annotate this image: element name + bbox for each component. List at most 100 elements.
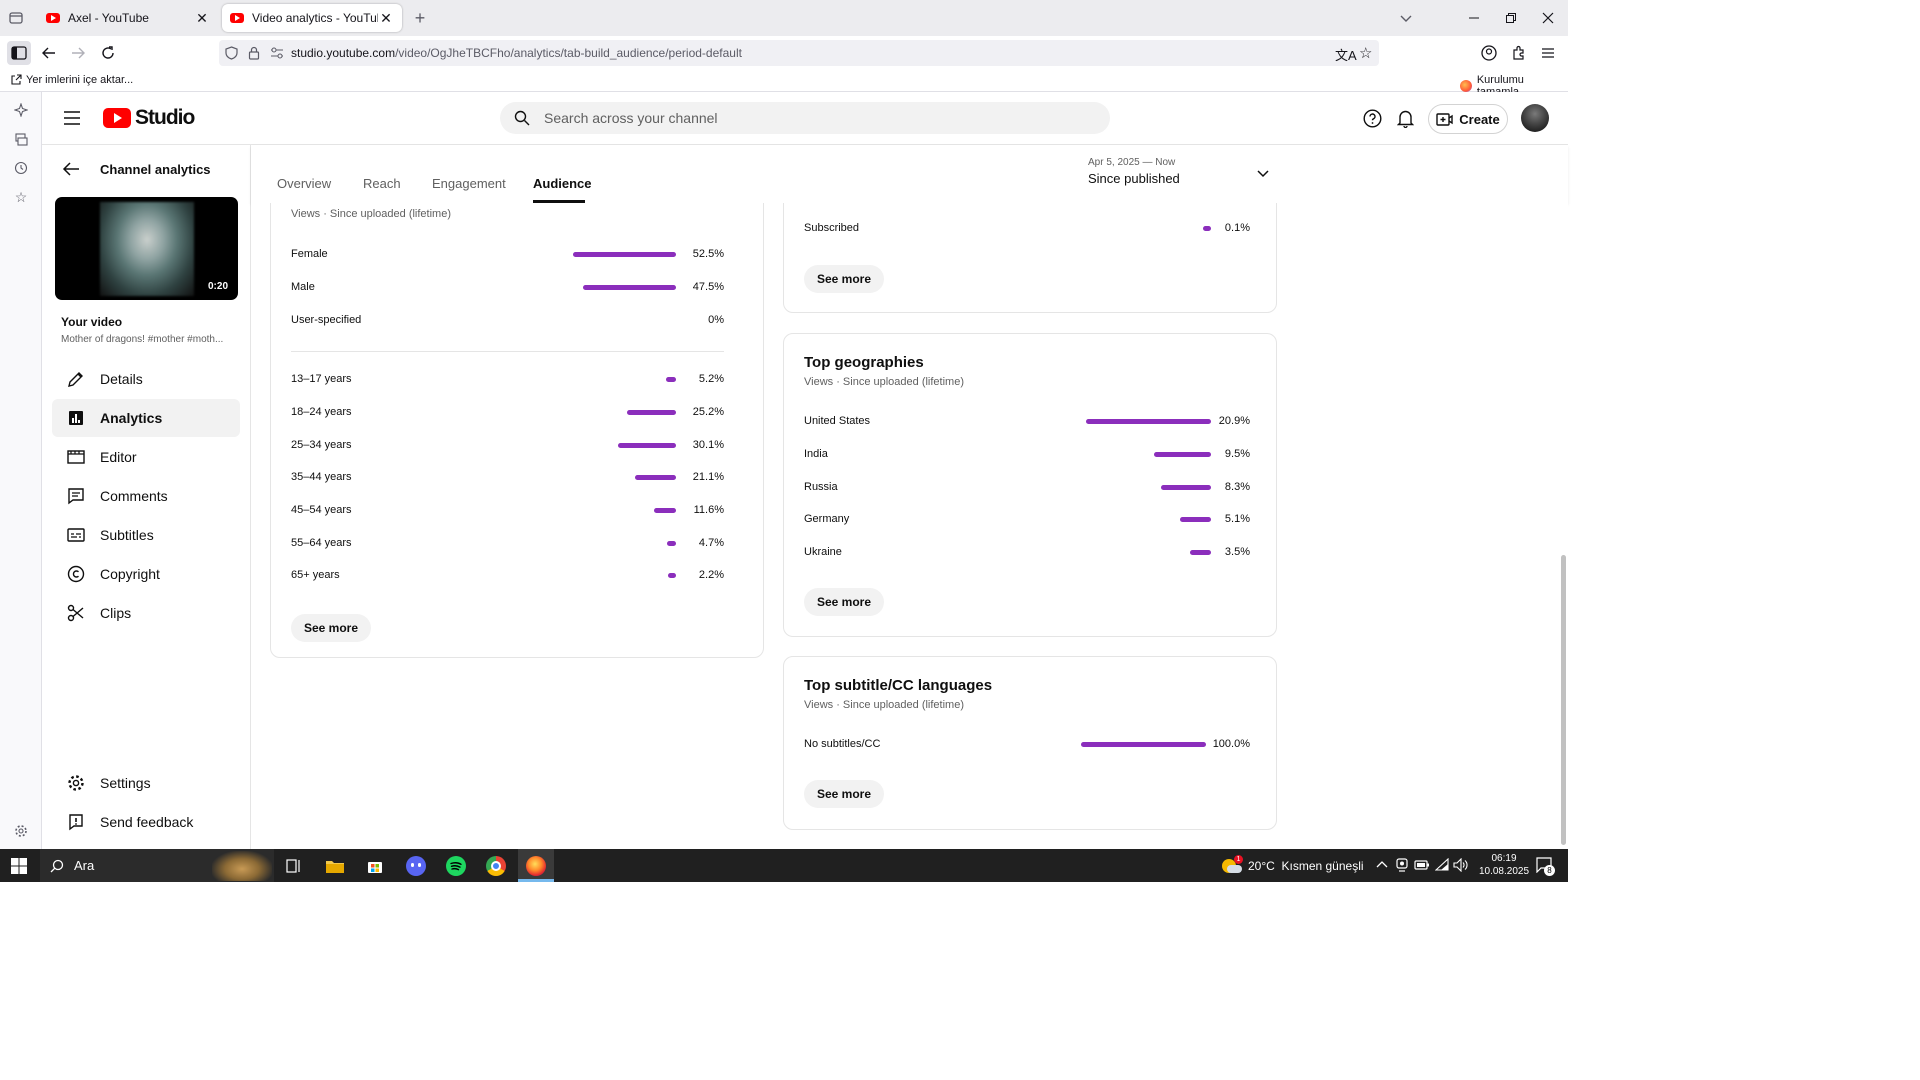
sidebar-item-editor[interactable]: Editor <box>52 438 240 476</box>
sidebar-item-clips[interactable]: Clips <box>52 594 240 632</box>
row-label: 25–34 years <box>291 439 352 451</box>
sidebar-item-details[interactable]: Details <box>52 360 240 398</box>
tab-reach[interactable]: Reach <box>363 176 401 191</box>
menu-icon[interactable] <box>1536 41 1560 65</box>
sidebar-toggle-icon[interactable] <box>7 41 31 65</box>
discord-icon[interactable] <box>403 853 429 879</box>
bookmarks-toolbar: Yer imlerini içe aktar... Kurulumu tamam… <box>0 70 1568 98</box>
studio-logo[interactable]: Studio <box>103 106 195 130</box>
firefox-icon[interactable] <box>518 849 554 882</box>
back-to-channel-analytics[interactable]: Channel analytics <box>62 161 211 177</box>
show-hidden-icons-chevron-icon[interactable] <box>1376 859 1388 869</box>
row-value: 30.1% <box>692 439 724 451</box>
tab-overview-icon[interactable] <box>4 6 28 30</box>
scissors-icon <box>52 604 100 622</box>
create-button[interactable]: Create <box>1428 104 1508 134</box>
see-more-button[interactable]: See more <box>804 780 885 808</box>
shield-icon[interactable] <box>225 46 238 60</box>
studio-logo-text: Studio <box>135 106 195 129</box>
windows-start-icon[interactable] <box>6 853 32 879</box>
sidebar-item-subtitles[interactable]: Subtitles <box>52 516 240 554</box>
sidebar-item-label: Clips <box>100 605 132 621</box>
video-duration-badge: 0:20 <box>207 281 228 292</box>
synced-tabs-icon[interactable] <box>9 127 33 151</box>
new-tab-button[interactable]: + <box>408 6 432 30</box>
extensions-icon[interactable] <box>1507 41 1531 65</box>
spotify-icon[interactable] <box>443 853 469 879</box>
close-window-button[interactable] <box>1536 6 1560 30</box>
webcam-icon[interactable] <box>1396 858 1408 872</box>
lock-icon[interactable] <box>248 46 260 60</box>
reload-icon[interactable] <box>96 41 120 65</box>
back-arrow-icon[interactable] <box>37 41 61 65</box>
age-row: 13–17 years 5.2% <box>291 372 724 388</box>
restore-button[interactable] <box>1499 6 1523 30</box>
row-value: 5.2% <box>698 373 724 385</box>
address-bar[interactable]: studio.youtube.com/video/OgJheTBCFho/ana… <box>219 40 1379 66</box>
row-value: 4.7% <box>698 537 724 549</box>
volume-icon[interactable] <box>1453 858 1469 872</box>
help-icon[interactable] <box>1363 109 1382 128</box>
sidebar-item-copyright[interactable]: Copyright <box>52 555 240 593</box>
chrome-icon[interactable] <box>483 853 509 879</box>
microsoft-store-icon[interactable] <box>362 853 388 879</box>
bar <box>1081 742 1206 747</box>
weather-alert-badge: 1 <box>1234 855 1243 864</box>
avatar[interactable] <box>1521 104 1549 132</box>
browser-tab-axel[interactable]: Axel - YouTube ✕ <box>38 4 218 32</box>
firefox-active-indicator <box>518 879 554 882</box>
see-more-button[interactable]: See more <box>804 265 885 293</box>
notification-center-icon[interactable]: 8 <box>1536 857 1555 876</box>
hamburger-menu-icon[interactable] <box>64 111 80 125</box>
bookmarks-star-icon[interactable]: ☆ <box>9 185 33 209</box>
subtitle-language-row: No subtitles/CC 100.0% <box>804 737 1250 753</box>
sidebar-item-send-feedback[interactable]: Send feedback <box>52 803 240 841</box>
sidebar-item-label: Comments <box>100 488 168 504</box>
task-view-icon[interactable] <box>281 853 307 879</box>
bookmark-star-icon[interactable]: ☆ <box>1359 44 1372 62</box>
translate-icon[interactable]: 文A <box>1335 45 1357 64</box>
clock[interactable]: 06:19 10.08.2025 <box>1474 852 1534 878</box>
ai-chatbot-icon[interactable] <box>9 98 33 122</box>
scrollbar-thumb[interactable] <box>1561 555 1566 845</box>
url-text[interactable]: studio.youtube.com/video/OgJheTBCFho/ana… <box>291 46 742 60</box>
taskbar-search-box[interactable]: Ara <box>40 849 274 882</box>
see-more-button[interactable]: See more <box>291 614 372 642</box>
list-tabs-chevron-icon[interactable] <box>1394 6 1418 30</box>
video-title[interactable]: Mother of dragons! #mother #moth... <box>61 334 223 345</box>
notifications-bell-icon[interactable] <box>1397 109 1414 128</box>
search-input[interactable]: Search across your channel <box>500 102 1110 134</box>
minimize-button[interactable] <box>1462 6 1486 30</box>
clock-time: 06:19 <box>1491 853 1517 864</box>
video-thumbnail[interactable]: 0:20 <box>55 197 238 300</box>
browser-tab-analytics[interactable]: Video analytics - YouTube Studi ✕ <box>222 4 402 32</box>
clock-date: 10.08.2025 <box>1478 866 1530 877</box>
wifi-icon[interactable] <box>1435 858 1449 871</box>
weather-widget[interactable]: 1 20°C Kısmen güneşli <box>1222 849 1364 882</box>
account-icon[interactable] <box>1477 41 1501 65</box>
sidebar-item-settings[interactable]: Settings <box>52 764 240 802</box>
sidebar-item-analytics[interactable]: Analytics <box>52 399 240 437</box>
forward-arrow-icon[interactable] <box>66 41 90 65</box>
card-subtitle: Views · Since uploaded (lifetime) <box>804 699 964 711</box>
bar <box>573 252 676 257</box>
row-label: 55–64 years <box>291 537 352 549</box>
period-selector[interactable]: Apr 5, 2025 — Now Since published <box>1088 157 1278 193</box>
tab-audience[interactable]: Audience <box>533 176 592 191</box>
import-bookmarks-link[interactable]: Yer imlerini içe aktar... <box>10 74 133 86</box>
sidebar-item-label: Settings <box>100 775 151 791</box>
analytics-tabs-bar: Overview Reach Engagement Audience Apr 5… <box>251 145 1568 203</box>
sidebar-item-comments[interactable]: Comments <box>52 477 240 515</box>
close-tab-icon[interactable]: ✕ <box>194 10 210 27</box>
customize-sidebar-gear-icon[interactable] <box>9 819 33 843</box>
history-icon[interactable] <box>9 156 33 180</box>
close-tab-icon[interactable]: ✕ <box>378 10 394 27</box>
permissions-icon[interactable] <box>270 47 284 59</box>
battery-icon[interactable] <box>1414 860 1430 870</box>
tab-overview[interactable]: Overview <box>277 176 331 191</box>
file-explorer-icon[interactable] <box>322 853 348 879</box>
tab-engagement[interactable]: Engagement <box>432 176 506 191</box>
age-row: 55–64 years 4.7% <box>291 536 724 552</box>
row-label: 13–17 years <box>291 373 352 385</box>
see-more-button[interactable]: See more <box>804 588 885 616</box>
